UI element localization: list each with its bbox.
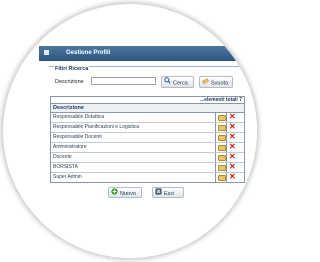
filters-legend: Filtri Ricerca <box>54 66 90 72</box>
column-divider <box>226 143 227 152</box>
edit-icon[interactable] <box>218 125 226 131</box>
column-divider <box>215 163 216 172</box>
column-divider <box>215 113 216 122</box>
row-description: Responsabile Pianificazioni e Logistica <box>53 124 140 130</box>
description-input[interactable] <box>91 77 156 85</box>
new-button-label: Nuovo <box>120 190 136 197</box>
column-divider <box>226 163 227 172</box>
delete-icon[interactable]: ✕ <box>229 162 236 171</box>
search-button-label: Cerca <box>173 80 188 87</box>
profiles-table: ...elementi totali 7 Descrizione Respons… <box>50 96 245 183</box>
exit-button[interactable]: Esci <box>152 187 184 198</box>
table-row[interactable]: Super Admin ✕ <box>51 172 244 182</box>
delete-icon[interactable]: ✕ <box>229 132 236 141</box>
table-row[interactable]: Responsabile Pianificazioni e Logistica … <box>51 122 244 133</box>
window-title: Gestione Profili <box>66 50 111 56</box>
close-icon <box>155 188 162 199</box>
screenshot-frame: Gestione Profili Filtri Ricerca Descrizi… <box>3 4 257 258</box>
exit-button-label: Esci <box>164 190 175 197</box>
row-description: Docente <box>53 154 72 160</box>
edit-icon[interactable] <box>218 165 226 171</box>
total-count: ...elementi totali 7 <box>200 97 242 103</box>
window-titlebar: Gestione Profili <box>39 46 257 61</box>
column-divider <box>215 143 216 152</box>
search-icon <box>164 77 171 89</box>
row-description: Responsabile Didattica <box>53 114 105 120</box>
column-divider <box>226 123 227 132</box>
edit-icon[interactable] <box>218 115 226 121</box>
row-description: BORSISTA <box>53 164 78 170</box>
add-icon <box>111 188 118 199</box>
delete-icon[interactable]: ✕ <box>229 152 236 161</box>
table-row[interactable]: Responsabile Docenti ✕ <box>51 132 244 143</box>
app-icon <box>44 49 49 55</box>
table-toolbar: ...elementi totali 7 <box>51 97 244 103</box>
column-divider <box>215 123 216 132</box>
delete-icon[interactable]: ✕ <box>229 142 236 151</box>
edit-icon[interactable] <box>218 135 226 141</box>
column-divider <box>215 133 216 142</box>
column-divider <box>226 113 227 122</box>
column-divider <box>215 173 216 182</box>
clear-button[interactable]: Svuota <box>199 76 233 88</box>
new-button[interactable]: Nuovo <box>108 187 142 198</box>
clear-button-label: Svuota <box>211 80 229 87</box>
profile-window: Gestione Profili Filtri Ricerca Descrizi… <box>39 46 257 258</box>
edit-icon[interactable] <box>218 155 226 161</box>
delete-icon[interactable]: ✕ <box>229 122 236 131</box>
table-row[interactable]: BORSISTA ✕ <box>51 162 244 173</box>
table-row[interactable]: Amministratore ✕ <box>51 142 244 153</box>
column-divider <box>226 133 227 142</box>
delete-icon[interactable]: ✕ <box>229 112 236 121</box>
description-label: Descrizione <box>55 79 84 85</box>
column-divider <box>226 173 227 182</box>
delete-icon[interactable]: ✕ <box>229 172 236 181</box>
edit-icon[interactable] <box>218 175 226 181</box>
column-divider <box>226 153 227 162</box>
edit-icon[interactable] <box>218 145 226 151</box>
row-description: Responsabile Docenti <box>53 134 102 140</box>
table-row[interactable]: Docente ✕ <box>51 152 244 163</box>
eraser-icon <box>202 77 209 89</box>
row-description: Amministratore <box>53 144 87 150</box>
search-button[interactable]: Cerca <box>161 76 194 88</box>
row-description: Super Admin <box>53 174 82 180</box>
table-row[interactable]: Responsabile Didattica ✕ <box>51 112 244 123</box>
column-divider <box>215 153 216 162</box>
column-header-description[interactable]: Descrizione <box>51 103 244 113</box>
